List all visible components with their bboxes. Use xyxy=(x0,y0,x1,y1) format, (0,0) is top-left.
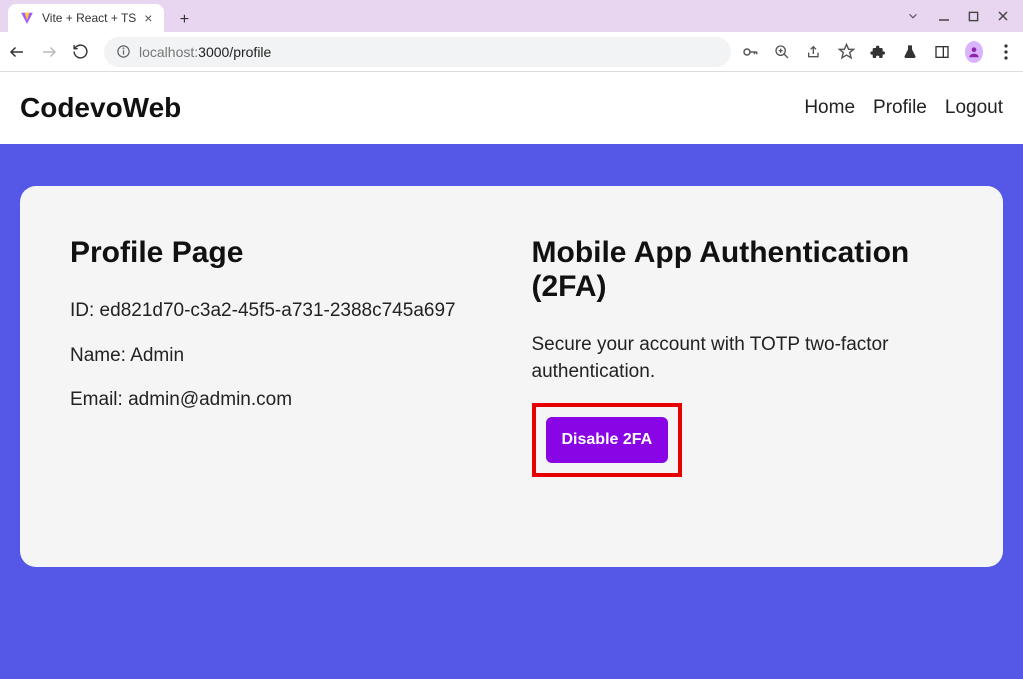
tab-title: Vite + React + TS xyxy=(42,11,136,25)
twofa-description: Secure your account with TOTP two-factor… xyxy=(532,332,954,385)
profile-avatar-icon[interactable] xyxy=(965,41,983,63)
close-tab-icon[interactable]: × xyxy=(144,10,152,26)
minimize-window-icon[interactable] xyxy=(938,10,950,22)
hero-section: Profile Page ID: ed821d70-c3a2-45f5-a731… xyxy=(0,144,1023,679)
url-text: localhost:3000/profile xyxy=(139,44,271,60)
window-controls xyxy=(906,9,1015,23)
new-tab-button[interactable]: + xyxy=(172,8,196,32)
zoom-icon[interactable] xyxy=(773,44,791,60)
password-key-icon[interactable] xyxy=(741,43,759,61)
maximize-window-icon[interactable] xyxy=(968,11,979,22)
profile-info-column: Profile Page ID: ed821d70-c3a2-45f5-a731… xyxy=(70,236,492,477)
back-button-icon[interactable] xyxy=(8,43,30,61)
share-icon[interactable] xyxy=(805,44,823,60)
brand-logo[interactable]: CodevoWeb xyxy=(20,92,181,124)
nav-logout[interactable]: Logout xyxy=(945,97,1003,119)
lab-flask-icon[interactable] xyxy=(901,44,919,60)
side-panel-icon[interactable] xyxy=(933,44,951,60)
chevron-down-icon[interactable] xyxy=(906,9,920,23)
nav-home[interactable]: Home xyxy=(804,97,855,119)
bookmark-star-icon[interactable] xyxy=(837,43,855,60)
address-bar[interactable]: localhost:3000/profile xyxy=(104,37,731,67)
window-titlebar: Vite + React + TS × + xyxy=(0,0,1023,32)
profile-name: Name: Admin xyxy=(70,343,492,370)
annotation-highlight: Disable 2FA xyxy=(532,403,683,477)
page-viewport: CodevoWeb Home Profile Logout Profile Pa… xyxy=(0,72,1023,679)
twofa-column: Mobile App Authentication (2FA) Secure y… xyxy=(532,236,954,477)
toolbar-right-icons xyxy=(741,41,1015,63)
forward-button-icon[interactable] xyxy=(40,43,62,61)
disable-2fa-button[interactable]: Disable 2FA xyxy=(546,417,669,463)
profile-id: ID: ed821d70-c3a2-45f5-a731-2388c745a697 xyxy=(70,298,492,325)
close-window-icon[interactable] xyxy=(997,10,1009,22)
profile-email: Email: admin@admin.com xyxy=(70,387,492,414)
vite-favicon-icon xyxy=(20,11,34,25)
extensions-puzzle-icon[interactable] xyxy=(869,44,887,60)
browser-toolbar: localhost:3000/profile xyxy=(0,32,1023,72)
profile-card: Profile Page ID: ed821d70-c3a2-45f5-a731… xyxy=(20,186,1003,567)
nav-links: Home Profile Logout xyxy=(804,97,1003,119)
kebab-menu-icon[interactable] xyxy=(997,44,1015,60)
site-info-icon[interactable] xyxy=(116,44,131,59)
twofa-heading: Mobile App Authentication (2FA) xyxy=(532,236,954,304)
nav-profile[interactable]: Profile xyxy=(873,97,927,119)
browser-tab[interactable]: Vite + React + TS × xyxy=(8,4,164,32)
tab-strip: Vite + React + TS × + xyxy=(8,0,906,32)
app-header: CodevoWeb Home Profile Logout xyxy=(0,72,1023,144)
page-title: Profile Page xyxy=(70,236,492,270)
reload-button-icon[interactable] xyxy=(72,43,94,60)
